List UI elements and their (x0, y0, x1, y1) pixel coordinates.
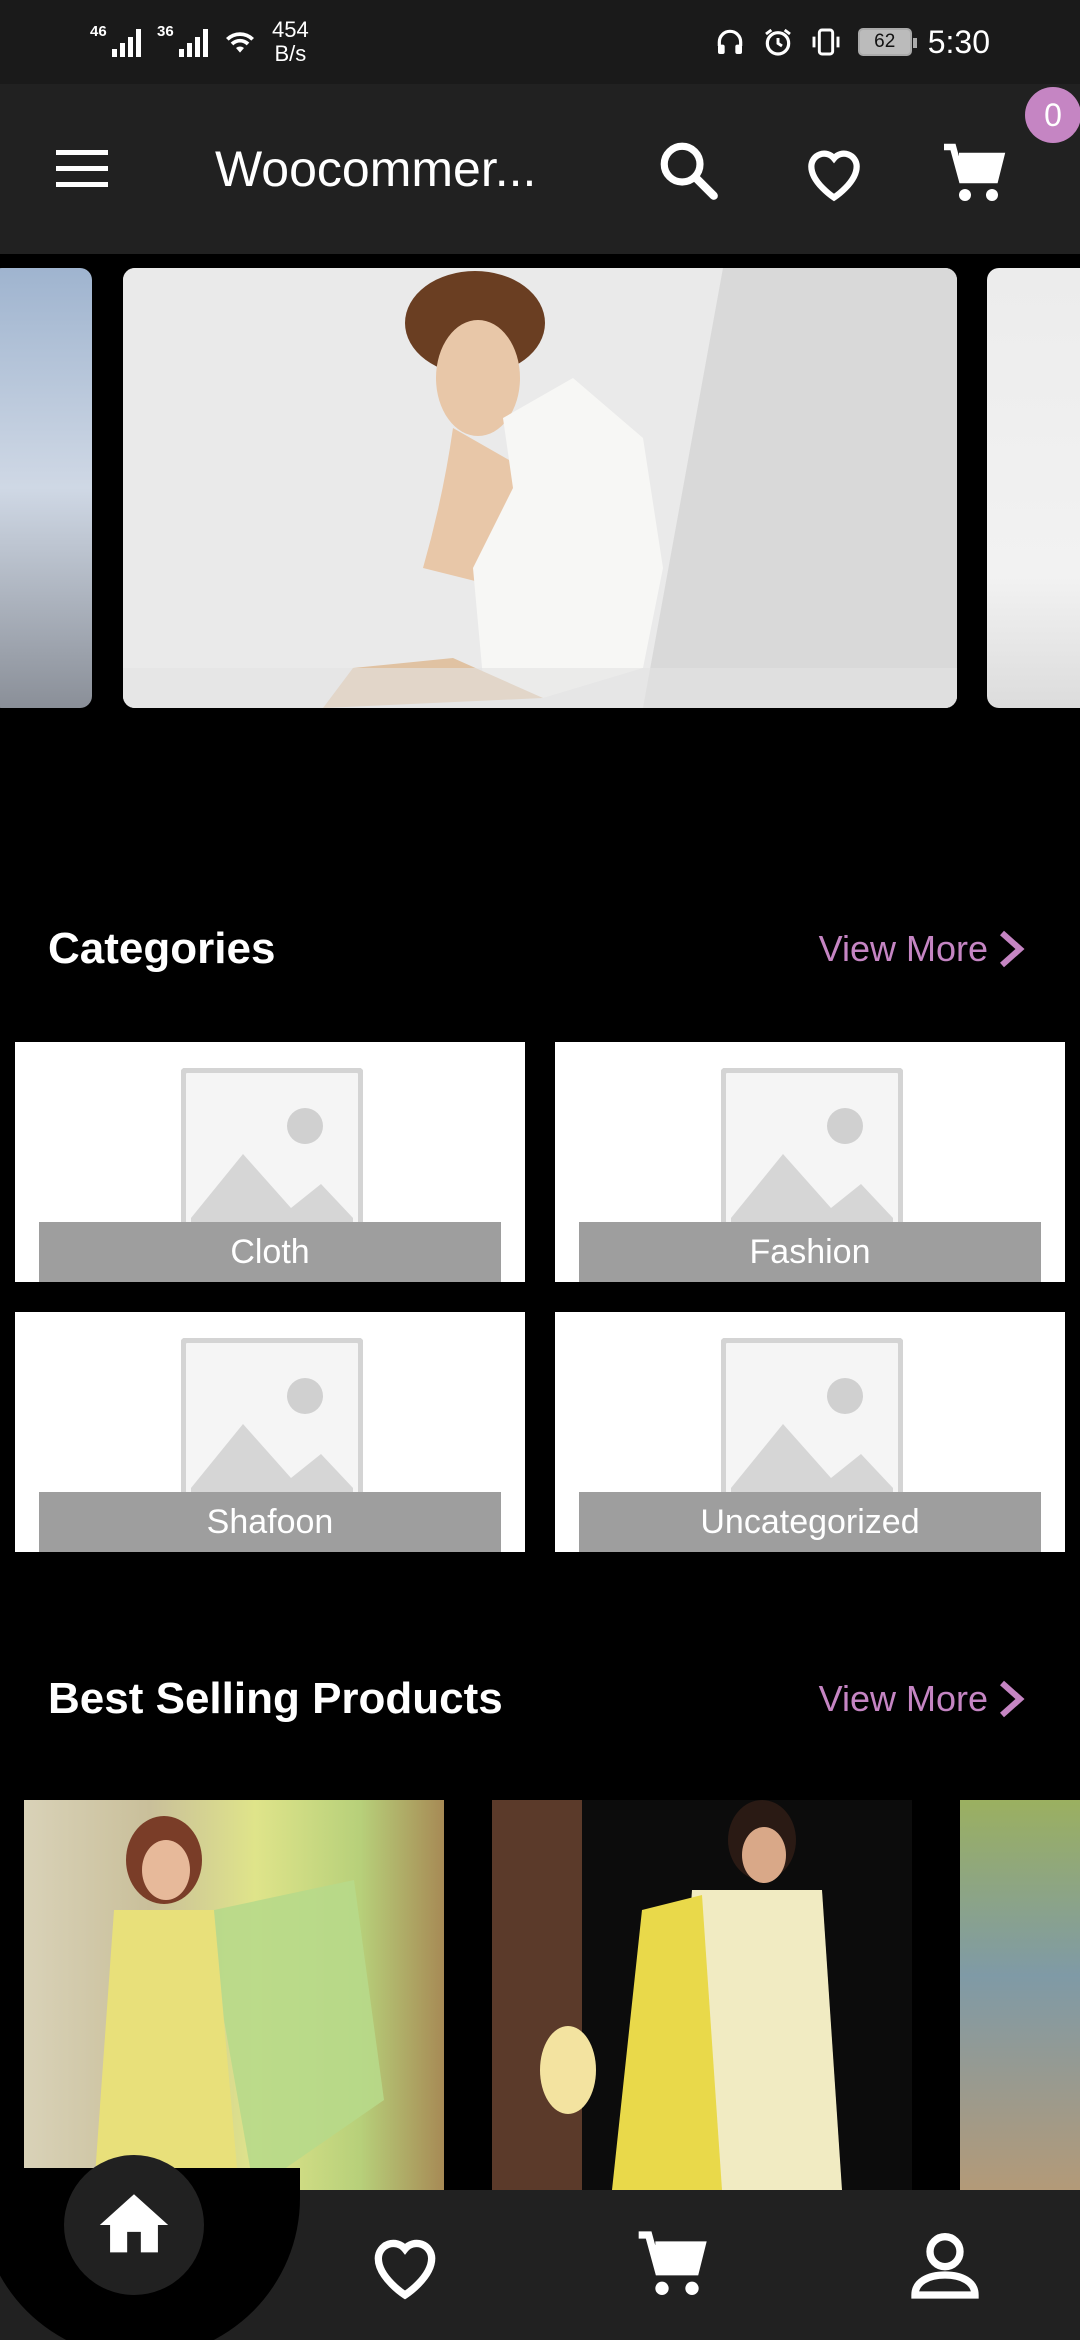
home-icon (99, 2194, 169, 2253)
nav-cart-icon[interactable] (632, 2225, 712, 2305)
status-time: 5:30 (927, 23, 990, 60)
heart-icon[interactable] (800, 138, 868, 206)
category-label: Shafoon (39, 1492, 501, 1552)
product-image-1 (94, 1816, 384, 2190)
nav-home-button[interactable] (64, 2155, 204, 2295)
status-bar: 46 36 454 B/s 62 5:30 (0, 0, 1080, 84)
product-card-2[interactable] (492, 1800, 912, 2190)
cart-count-badge: 0 (1025, 87, 1080, 143)
product-card-3[interactable] (960, 1800, 1080, 2190)
product-image-2 (492, 1800, 912, 2190)
best-selling-title: Best Selling Products (48, 1674, 503, 1723)
net-speed: 454 B/s (272, 18, 309, 66)
categories-title: Categories (48, 924, 276, 973)
category-tile-shafoon[interactable]: Shafoon (15, 1312, 525, 1552)
chevron-right-icon (1000, 930, 1025, 968)
signal-icon: 46 (90, 23, 141, 57)
network-type-1: 46 (90, 23, 107, 40)
status-right: 62 5:30 (714, 24, 990, 61)
nav-favorites-heart-icon[interactable] (365, 2225, 445, 2305)
net-speed-unit: B/s (274, 41, 307, 66)
category-tile-uncategorized[interactable]: Uncategorized (555, 1312, 1065, 1552)
best-selling-view-more-button[interactable]: View More (819, 1678, 1026, 1720)
category-label: Cloth (39, 1222, 501, 1282)
battery-icon: 62 (857, 28, 917, 56)
app-bar: Woocommer... (0, 84, 1080, 254)
menu-icon[interactable] (52, 144, 112, 194)
cart-icon[interactable] (938, 138, 1010, 210)
product-card-1[interactable] (24, 1800, 444, 2190)
category-label: Fashion (579, 1222, 1041, 1282)
banner-slide-next[interactable] (987, 268, 1080, 708)
alarm-icon (764, 28, 791, 56)
headphones-icon (717, 29, 742, 54)
categories-view-more-button[interactable]: View More (819, 928, 1026, 970)
status-left: 46 36 454 B/s (90, 18, 309, 66)
nav-account-person-icon[interactable] (905, 2225, 985, 2305)
categories-view-more-label: View More (818, 928, 988, 969)
category-tile-fashion[interactable]: Fashion (555, 1042, 1065, 1282)
category-label: Uncategorized (579, 1492, 1041, 1552)
banner-slide-current[interactable] (123, 268, 957, 708)
banner-model-image (123, 268, 957, 708)
chevron-right-icon (1000, 1680, 1025, 1718)
signal-icon-2: 36 (157, 23, 208, 57)
network-type-2: 36 (157, 23, 174, 40)
search-icon[interactable] (656, 138, 722, 204)
wifi-icon (226, 32, 254, 53)
best-selling-view-more-label: View More (818, 1678, 988, 1719)
net-speed-value: 454 (272, 17, 309, 42)
banner-slide-previous[interactable] (0, 268, 92, 708)
battery-level: 62 (874, 31, 896, 52)
category-tile-cloth[interactable]: Cloth (15, 1042, 525, 1282)
vibrate-icon (812, 28, 840, 56)
app-title: Woocommer... (215, 141, 537, 197)
